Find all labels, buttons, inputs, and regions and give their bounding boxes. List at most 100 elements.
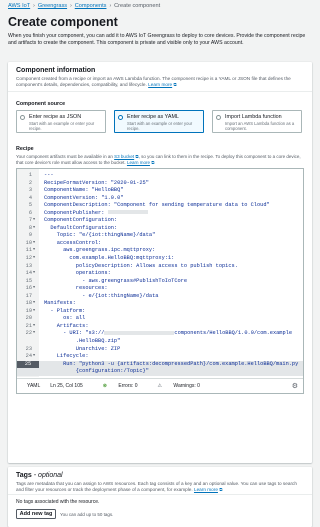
fold-toggle-icon[interactable]: ▼ [33, 217, 35, 225]
error-circle-icon: ⊗ [102, 383, 107, 389]
code-line[interactable]: 24 ▼ Lifecycle: [17, 353, 303, 361]
learn-more-link[interactable]: Learn more [148, 82, 172, 87]
code-line[interactable]: 14 ▼ operations: [17, 270, 303, 278]
code-line[interactable]: 22 ▼ - URI: "s3://components/HelloBBQ/1.0… [17, 330, 303, 338]
code-line[interactable]: 18 ▼ Manifests: [17, 300, 303, 308]
code-text: Lifecycle: [44, 353, 89, 360]
breadcrumb-components[interactable]: Components [75, 3, 107, 9]
line-number: 22 [25, 330, 32, 337]
code-line[interactable]: 16 ▼ resources: [17, 285, 303, 293]
fold-toggle-icon[interactable]: ▼ [33, 240, 35, 248]
code-text: ComponentName: "HelloBBQ" [44, 187, 124, 194]
breadcrumb: AWS IoT › Greengrass › Components › Crea… [8, 3, 160, 9]
line-number: 13 [25, 262, 32, 269]
code-line[interactable]: 21 ▼ Artifacts: [17, 323, 303, 331]
editor-code[interactable]: 1 --- 2 RecipeFormatVersion: "2020-01-25" 3 C… [17, 172, 303, 376]
breadcrumb-greengrass[interactable]: Greengrass [38, 3, 67, 9]
line-number: 4 [28, 194, 32, 201]
fold-toggle-icon[interactable]: ▼ [33, 308, 35, 316]
code-line[interactable]: 1 --- [17, 172, 303, 180]
breadcrumb-aws-iot[interactable]: AWS IoT [8, 3, 30, 9]
gear-icon[interactable]: ⚙ [292, 382, 298, 390]
warning-icon: ⚠ [157, 383, 163, 389]
line-number: 8 [28, 224, 32, 231]
radio-yaml[interactable] [118, 114, 123, 120]
line-number: 11 [25, 247, 32, 254]
fold-toggle-icon[interactable]: ▼ [33, 330, 35, 338]
code-text: ComponentDescription: "Component for sen… [44, 202, 270, 209]
tags-description: Tags are metadata that you can assign to… [16, 481, 297, 492]
line-number: 1 [28, 172, 32, 178]
code-line[interactable]: 10 ▼ accessControl: [17, 240, 303, 248]
line-number: 10 [25, 239, 32, 246]
status-mode: YAML [27, 383, 41, 389]
line-number: 14 [25, 270, 32, 277]
fold-toggle-icon[interactable]: ▼ [33, 255, 35, 263]
tags-title: Tags - optional [16, 472, 63, 479]
status-errors: ⊗ Errors: 0 [102, 383, 138, 389]
line-number: 19 [25, 307, 32, 314]
code-line[interactable]: 6 ComponentPublisher: [17, 210, 303, 218]
code-line[interactable]: 2 RecipeFormatVersion: "2020-01-25" [17, 180, 303, 188]
code-line[interactable]: 25 Run: "python3 -u {artifacts:decompres… [17, 360, 303, 369]
page-title: Create component [8, 15, 118, 29]
code-line[interactable]: .HelloBBQ.zip" [17, 338, 303, 346]
code-line[interactable]: {configuration:/Topic}" [17, 368, 303, 376]
chevron-right-icon: › [70, 3, 72, 9]
code-line[interactable]: 11 ▼ aws.greengrass.ipc.mqttproxy: [17, 247, 303, 255]
fold-toggle-icon[interactable]: ▼ [33, 225, 35, 233]
code-line[interactable]: 20 os: all [17, 315, 303, 323]
code-line[interactable]: 7 ▼ ComponentConfiguration: [17, 217, 303, 225]
code-line[interactable]: 15 - aws.greengrass#PublishToIoTCore [17, 278, 303, 286]
code-text: com.example.HelloBBQ:mqttproxy:1: [44, 255, 175, 262]
option-recipe-json[interactable]: Enter recipe as JSON Start with an examp… [16, 110, 106, 133]
fold-toggle-icon[interactable]: ▼ [33, 300, 35, 308]
code-text: policyDescription: Allows access to publ… [44, 262, 238, 269]
line-number: 21 [25, 322, 32, 329]
code-line[interactable]: 3 ComponentName: "HelloBBQ" [17, 187, 303, 195]
option-import-lambda[interactable]: Import Lambda function Import an AWS Lam… [212, 110, 302, 133]
code-line[interactable]: 9 Topic: "e/{iot:thingName}/data" [17, 232, 303, 240]
code-text: aws.greengrass.ipc.mqttproxy: [44, 247, 156, 254]
radio-json[interactable] [20, 114, 25, 120]
fold-toggle-icon[interactable]: ▼ [33, 270, 35, 278]
line-number: 17 [25, 292, 32, 299]
code-line[interactable]: 23 Unarchive: ZIP [17, 346, 303, 354]
tags-header: Tags - optional Tags are metadata that y… [16, 472, 306, 493]
line-number: 9 [28, 232, 32, 239]
option-recipe-yaml[interactable]: Enter recipe as YAML Start with an examp… [114, 110, 204, 133]
recipe-editor[interactable]: 1 --- 2 RecipeFormatVersion: "2020-01-25" 3 C… [16, 168, 304, 394]
add-new-tag-button[interactable]: Add new tag [16, 509, 56, 519]
code-line[interactable]: 8 ▼ DefaultConfiguration: [17, 225, 303, 233]
chevron-right-icon: › [109, 3, 112, 9]
code-line[interactable]: 13 policyDescription: Allows access to p… [17, 263, 303, 271]
option-json-desc: Start with an example or enter your reci… [29, 121, 95, 131]
tags-learn-more-link[interactable]: Learn more [194, 487, 218, 492]
fold-toggle-icon[interactable]: ▼ [33, 247, 35, 255]
code-text: os: all [44, 315, 86, 322]
recipe-label: Recipe [16, 146, 34, 152]
code-line[interactable]: 19 ▼ - Platform: [17, 308, 303, 316]
tags-empty-text: No tags associated with the resource. [16, 499, 100, 505]
option-lambda-title: Import Lambda function [225, 114, 282, 120]
redacted-text [104, 331, 175, 336]
s3-bucket-link[interactable]: S3 bucket [114, 154, 134, 159]
code-text: DefaultConfiguration: [44, 224, 118, 231]
recipe-learn-more-link[interactable]: Learn more [127, 160, 150, 165]
page-intro: When you finish your component, you can … [8, 33, 306, 46]
code-line[interactable]: 4 ComponentVersion: "1.0.0" [17, 195, 303, 203]
fold-toggle-icon[interactable]: ▼ [33, 285, 35, 293]
component-source-label: Component source [16, 101, 66, 107]
code-line[interactable]: 5 ComponentDescription: "Component for se… [17, 202, 303, 210]
tags-limit-text: You can add up to 50 tags. [60, 512, 114, 517]
radio-lambda[interactable] [216, 114, 221, 120]
code-line[interactable]: 17 - e/{iot:thingName}/data [17, 293, 303, 301]
fold-toggle-icon[interactable]: ▼ [33, 323, 35, 331]
code-line[interactable]: 12 ▼ com.example.HelloBBQ:mqttproxy:1: [17, 255, 303, 263]
line-number: 24 [25, 353, 32, 360]
divider [8, 494, 312, 495]
line-number: 6 [28, 209, 32, 216]
code-text: - e/{iot:thingName}/data [44, 292, 159, 299]
fold-toggle-icon[interactable]: ▼ [33, 353, 35, 361]
editor-status-bar: YAML Ln 25, Col 105 ⊗ Errors: 0 ⚠ Warnin… [17, 378, 303, 393]
